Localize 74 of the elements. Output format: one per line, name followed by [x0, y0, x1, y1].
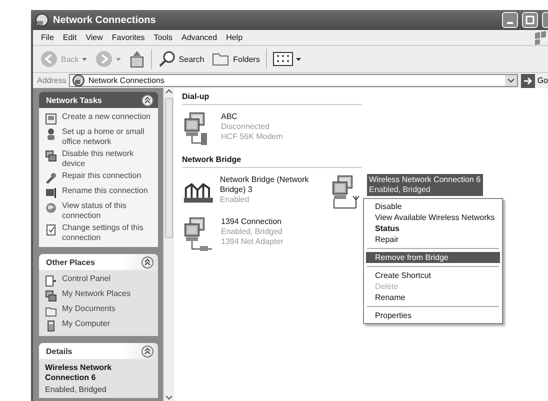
caret-icon — [116, 58, 121, 60]
computer-icon — [45, 320, 57, 332]
panel-header[interactable]: Network Tasks — [39, 92, 158, 108]
collapse-icon[interactable] — [141, 344, 154, 358]
network-icon — [45, 290, 57, 302]
scroll-up-icon[interactable] — [165, 88, 173, 96]
collapse-icon[interactable] — [141, 94, 154, 106]
network-icon — [35, 13, 49, 27]
caret-icon — [82, 58, 87, 60]
address-label: Address — [37, 76, 66, 85]
place-link[interactable]: My Documents — [62, 304, 116, 314]
folder-icon — [45, 305, 57, 317]
globe-icon — [45, 202, 57, 214]
wrench-icon — [45, 172, 57, 184]
window-icon — [45, 275, 57, 287]
network-icon — [45, 150, 57, 162]
maximize-button[interactable] — [522, 12, 538, 28]
scrollbar[interactable] — [163, 88, 174, 401]
folders-button[interactable]: Folders — [210, 51, 262, 67]
menu-item[interactable]: Repair — [366, 234, 500, 245]
window-icon — [45, 113, 57, 125]
minimize-button[interactable] — [502, 12, 518, 28]
task-link[interactable]: Rename this connection — [62, 186, 148, 196]
menu-item[interactable]: Properties — [366, 310, 500, 321]
caret-icon — [296, 58, 301, 60]
person-icon — [45, 128, 57, 140]
task-link[interactable]: Create a new connection — [62, 112, 150, 122]
window-title: Network Connections — [53, 14, 156, 26]
place-link[interactable]: My Network Places — [62, 289, 130, 299]
close-button[interactable] — [542, 12, 548, 28]
menu-item[interactable]: Favorites — [112, 33, 145, 42]
details-status: Enabled, Bridged — [45, 385, 108, 394]
folder-icon — [212, 51, 230, 67]
collapse-icon[interactable] — [141, 256, 154, 268]
search-button[interactable]: Search — [156, 50, 206, 68]
up-arrow-folder-icon — [128, 50, 145, 68]
menu-item[interactable]: Remove from Bridge — [366, 252, 500, 263]
menu-item[interactable]: Create Shortcut — [366, 270, 500, 281]
menu-item[interactable]: File — [41, 33, 54, 42]
views-button[interactable] — [270, 52, 303, 66]
group-header: Network Bridge — [182, 155, 362, 168]
group-header: Dial-up — [182, 92, 362, 105]
place-link[interactable]: Control Panel — [62, 274, 110, 284]
views-icon — [272, 52, 293, 66]
address-field[interactable]: Network Connections — [69, 74, 518, 87]
task-link[interactable]: View status of this connection — [62, 201, 154, 221]
task-link[interactable]: Set up a home or small office network — [62, 127, 154, 147]
menu-item[interactable]: Help — [226, 33, 243, 42]
connection-label[interactable]: Network Bridge (Network Bridge) 3 Enabled — [218, 174, 330, 206]
menu-item[interactable]: View Available Wireless Networks — [366, 212, 500, 223]
menu-item[interactable]: Status — [366, 223, 500, 234]
connection-label[interactable]: ABC Disconnected HCF 56K Modem — [219, 111, 285, 143]
connection-label[interactable]: 1394 Connection Enabled, Bridged 1394 Net Adapter — [219, 216, 286, 248]
menu-item[interactable]: Rename — [366, 292, 500, 303]
menu-item[interactable]: Disable — [366, 201, 500, 212]
menu-item[interactable]: Advanced — [181, 33, 218, 42]
scroll-down-icon[interactable] — [165, 393, 173, 401]
document-icon — [45, 224, 57, 236]
menu-item[interactable]: Edit — [62, 33, 77, 42]
flag-icon — [534, 30, 546, 44]
go-button[interactable]: Go — [521, 74, 548, 88]
task-link[interactable]: Repair this connection — [62, 171, 142, 181]
task-link[interactable]: Change settings of this connection — [62, 223, 154, 243]
menu-item[interactable]: Tools — [154, 33, 172, 42]
details-name: Wireless Network Connection 6 — [45, 363, 113, 383]
place-link[interactable]: My Computer — [62, 319, 110, 329]
menu-item[interactable]: View — [86, 33, 103, 42]
connection-label[interactable]: Wireless Network Connection 6 Enabled, Bridged — [367, 174, 483, 196]
task-link[interactable]: Disable this network device — [62, 149, 154, 169]
panel-header[interactable]: Other Places — [39, 254, 158, 270]
minimize-icon — [507, 22, 513, 24]
panel-header[interactable]: Details — [39, 343, 158, 359]
maximize-icon — [525, 15, 535, 25]
search-icon — [158, 50, 176, 68]
